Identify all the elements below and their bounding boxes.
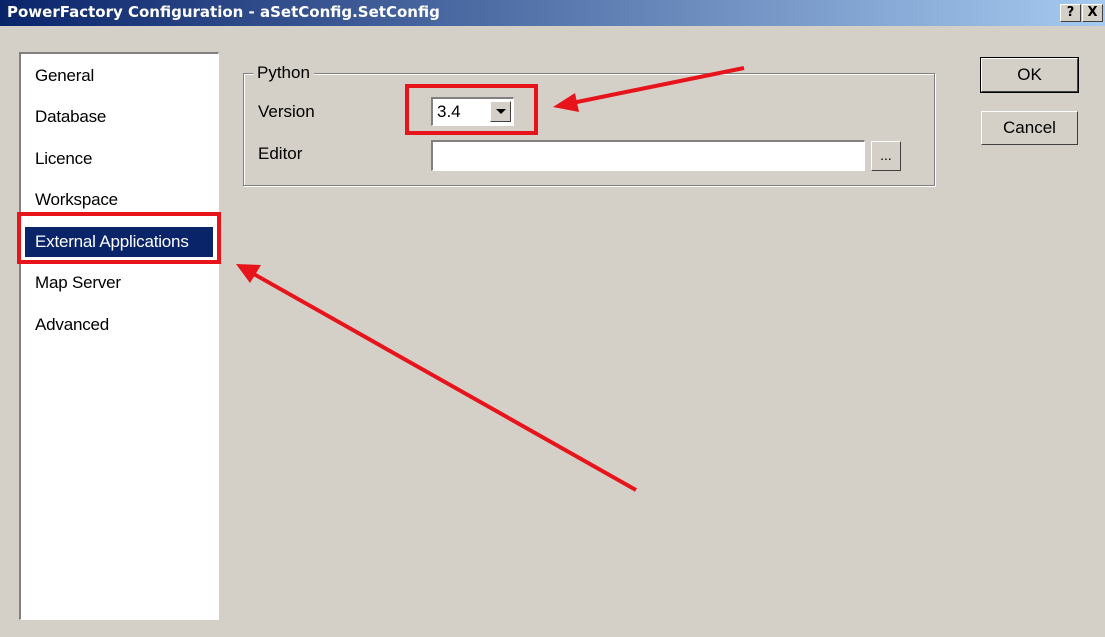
editor-path-input[interactable]: [431, 140, 865, 171]
settings-category-list[interactable]: General Database Licence Workspace Exter…: [19, 52, 219, 620]
version-label: Version: [258, 102, 315, 121]
nav-item-licence[interactable]: Licence: [25, 144, 102, 174]
editor-label: Editor: [258, 144, 303, 163]
nav-item-advanced[interactable]: Advanced: [25, 310, 119, 340]
dropdown-arrow-icon[interactable]: [490, 101, 511, 122]
close-button[interactable]: X: [1082, 4, 1103, 22]
window-title: PowerFactory Configuration - aSetConfig.…: [7, 3, 440, 21]
arrow-to-nav: [236, 264, 637, 492]
browse-button[interactable]: ...: [871, 141, 901, 171]
title-bar: PowerFactory Configuration - aSetConfig.…: [0, 0, 1105, 26]
nav-item-workspace[interactable]: Workspace: [25, 185, 128, 215]
cancel-button[interactable]: Cancel: [981, 111, 1078, 145]
python-group-label: Python: [253, 63, 314, 83]
nav-item-general[interactable]: General: [25, 61, 104, 91]
nav-item-map-server[interactable]: Map Server: [25, 268, 131, 298]
version-dropdown[interactable]: 3.4: [431, 97, 514, 126]
nav-item-external-applications[interactable]: External Applications: [25, 227, 213, 257]
ok-button[interactable]: OK: [980, 57, 1079, 93]
nav-item-database[interactable]: Database: [25, 102, 116, 132]
help-button[interactable]: ?: [1060, 4, 1081, 22]
version-value: 3.4: [437, 102, 461, 121]
